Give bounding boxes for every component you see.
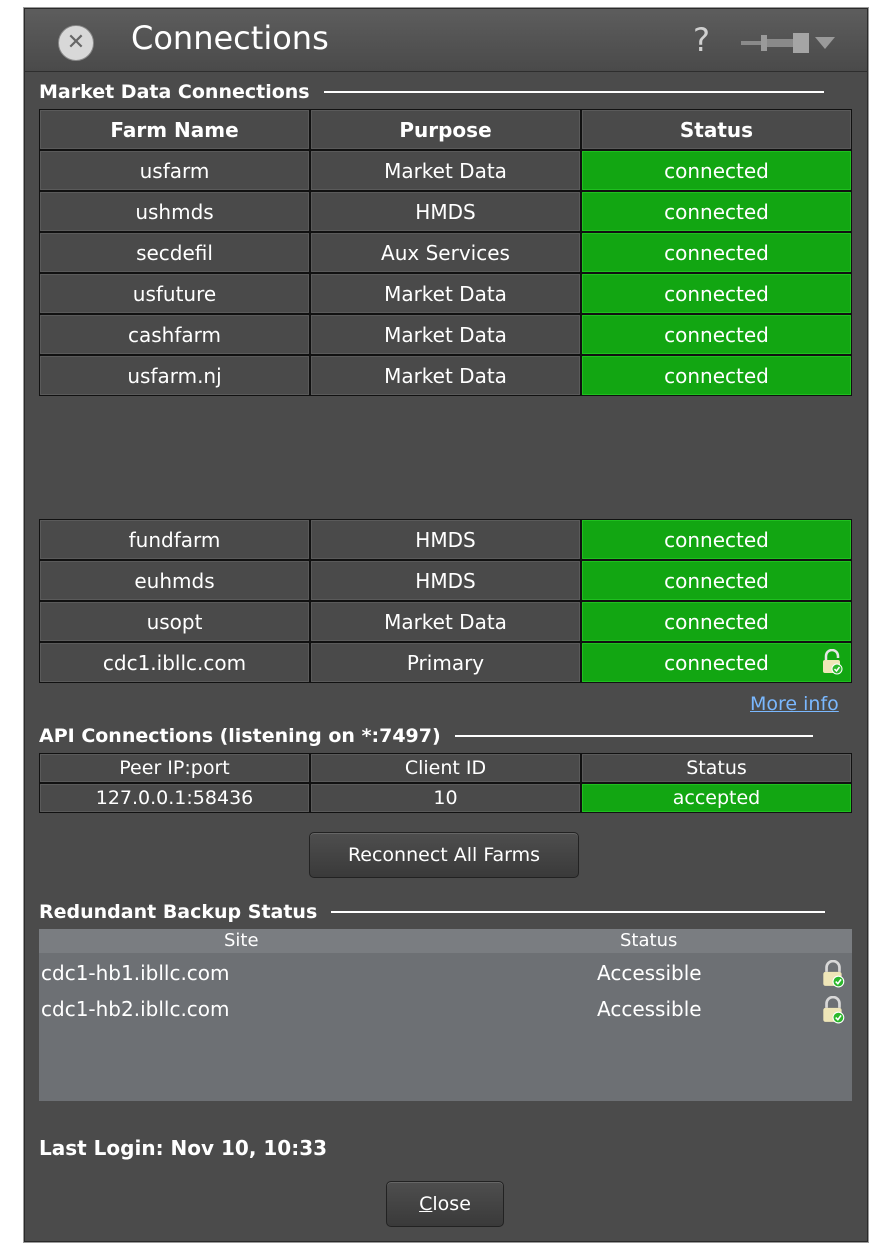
table-row[interactable]: usfarm Market Data connected (39, 150, 852, 191)
farm-name-cell: usfuture (39, 273, 310, 314)
lock-icon (821, 648, 843, 680)
last-login-text: Last Login: Nov 10, 10:33 (39, 1136, 328, 1160)
column-header-site[interactable]: Site (224, 930, 259, 951)
purpose-cell: Market Data (310, 355, 581, 396)
chevron-down-icon (815, 37, 835, 49)
divider (454, 735, 813, 737)
column-header-status[interactable]: Status (581, 109, 852, 150)
farm-name-cell: secdefil (39, 232, 310, 273)
table-row[interactable]: cashfarm Market Data connected (39, 314, 852, 355)
farm-name-cell: usopt (39, 601, 310, 642)
site-cell: cdc1-hb2.ibllc.com (41, 997, 230, 1021)
purpose-cell: Market Data (310, 601, 581, 642)
market-data-table: Farm Name Purpose Status usfarm Market D… (39, 109, 852, 396)
table-row[interactable]: euhmds HMDS connected (39, 560, 852, 601)
purpose-cell: Market Data (310, 150, 581, 191)
purpose-cell: HMDS (310, 519, 581, 560)
peer-cell: 127.0.0.1:58436 (39, 783, 310, 813)
status-cell: accepted (581, 783, 852, 813)
site-cell: cdc1-hb1.ibllc.com (41, 961, 230, 985)
reconnect-all-farms-button[interactable]: Reconnect All Farms (309, 832, 579, 878)
window-title: Connections (131, 19, 329, 57)
close-window-icon[interactable]: ✕ (58, 25, 94, 61)
farm-name-cell: fundfarm (39, 519, 310, 560)
column-header-status[interactable]: Status (620, 930, 677, 951)
status-cell: connected (581, 273, 852, 314)
list-item[interactable]: cdc1-hb1.ibllc.com Accessible (39, 959, 852, 993)
farm-name-cell: usfarm (39, 150, 310, 191)
help-icon[interactable]: ? (693, 21, 710, 59)
purpose-cell: Aux Services (310, 232, 581, 273)
market-data-section-title: Market Data Connections (39, 81, 310, 103)
column-header-farm-name[interactable]: Farm Name (39, 109, 310, 150)
column-header-client-id[interactable]: Client ID (310, 753, 581, 783)
farm-name-cell: cashfarm (39, 314, 310, 355)
close-mnemonic: C (419, 1193, 433, 1215)
purpose-cell: Market Data (310, 273, 581, 314)
table-header-row: Farm Name Purpose Status (39, 109, 852, 150)
lock-icon (821, 995, 845, 1029)
table-row[interactable]: usfuture Market Data connected (39, 273, 852, 314)
purpose-cell: Market Data (310, 314, 581, 355)
divider (323, 91, 824, 93)
pin-icon[interactable] (741, 31, 851, 59)
farm-name-cell: euhmds (39, 560, 310, 601)
list-item[interactable]: cdc1-hb2.ibllc.com Accessible (39, 995, 852, 1029)
status-text: connected (664, 650, 769, 675)
purpose-cell: HMDS (310, 560, 581, 601)
column-header-peer[interactable]: Peer IP:port (39, 753, 310, 783)
divider (331, 911, 826, 913)
status-cell: connected (581, 314, 852, 355)
market-data-section-header: Market Data Connections (39, 81, 824, 103)
farm-name-cell: cdc1.ibllc.com (39, 642, 310, 683)
table-row[interactable]: cdc1.ibllc.com Primary connected (39, 642, 852, 683)
status-cell: connected (581, 642, 852, 683)
status-cell: connected (581, 601, 852, 642)
more-info-link[interactable]: More info (750, 693, 839, 715)
purpose-cell: HMDS (310, 191, 581, 232)
table-row[interactable]: usopt Market Data connected (39, 601, 852, 642)
table-row[interactable]: usfarm.nj Market Data connected (39, 355, 852, 396)
status-cell: Accessible (597, 997, 702, 1021)
backup-section-header: Redundant Backup Status (39, 901, 826, 923)
table-row[interactable]: fundfarm HMDS connected (39, 519, 852, 560)
client-id-cell: 10 (310, 783, 581, 813)
market-data-table-continued: fundfarm HMDS connected euhmds HMDS conn… (39, 519, 852, 683)
purpose-cell: Primary (310, 642, 581, 683)
status-cell: connected (581, 519, 852, 560)
close-label: lose (432, 1193, 471, 1215)
table-row[interactable]: ushmds HMDS connected (39, 191, 852, 232)
status-cell: connected (581, 191, 852, 232)
table-row[interactable]: secdefil Aux Services connected (39, 232, 852, 273)
farm-name-cell: usfarm.nj (39, 355, 310, 396)
backup-header-row: Site Status (39, 929, 852, 953)
table-row[interactable]: 127.0.0.1:58436 10 accepted (39, 783, 852, 813)
backup-status-list: Site Status cdc1-hb1.ibllc.com Accessibl… (39, 929, 852, 1101)
api-connections-table: Peer IP:port Client ID Status 127.0.0.1:… (39, 753, 852, 813)
table-header-row: Peer IP:port Client ID Status (39, 753, 852, 783)
column-header-status[interactable]: Status (581, 753, 852, 783)
status-cell: connected (581, 150, 852, 191)
backup-section-title: Redundant Backup Status (39, 901, 318, 923)
status-cell: connected (581, 355, 852, 396)
lock-icon (821, 959, 845, 993)
api-section-title: API Connections (listening on *:7497) (39, 725, 441, 747)
title-bar: ✕ Connections ? (25, 9, 867, 72)
farm-name-cell: ushmds (39, 191, 310, 232)
status-cell: connected (581, 560, 852, 601)
close-button[interactable]: Close (386, 1181, 504, 1227)
status-cell: Accessible (597, 961, 702, 985)
api-section-header: API Connections (listening on *:7497) (39, 725, 813, 747)
status-cell: connected (581, 232, 852, 273)
connections-window: ✕ Connections ? Market Data Connections … (24, 8, 868, 1242)
column-header-purpose[interactable]: Purpose (310, 109, 581, 150)
